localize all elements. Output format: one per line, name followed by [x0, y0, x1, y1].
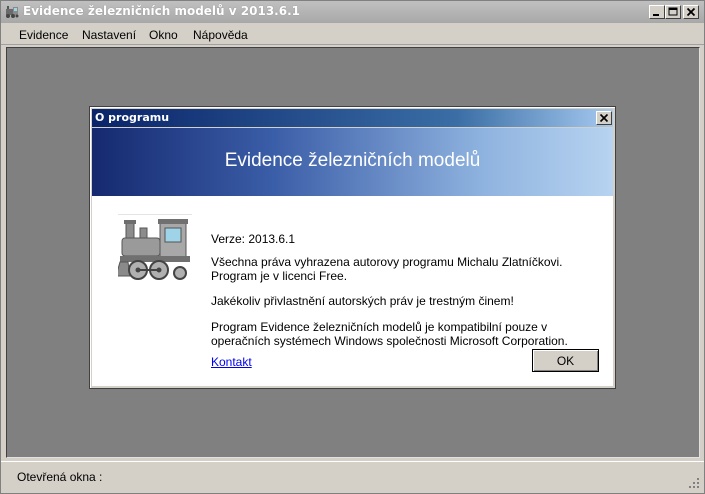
minimize-button[interactable] [649, 5, 665, 19]
resize-grip-icon[interactable] [688, 477, 700, 489]
close-icon [599, 113, 609, 123]
close-icon [686, 7, 696, 17]
contact-link[interactable]: Kontakt [211, 355, 252, 369]
menu-okno[interactable]: Okno [149, 28, 178, 42]
banner-title: Evidence železničních modelů [224, 150, 481, 171]
rights-text-line-1: Všechna práva vyhrazena autorovy program… [211, 255, 563, 269]
menu-nastaveni[interactable]: Nastavení [82, 28, 136, 42]
rights-text-line-2: Program je v licenci Free. [211, 269, 348, 283]
version-text: Verze: 2013.6.1 [211, 232, 296, 246]
warning-text: Jakékoliv přivlastnění autorských práv j… [211, 294, 514, 308]
menu-napoveda[interactable]: Nápověda [193, 28, 248, 42]
maximize-icon [668, 7, 678, 16]
status-bar: Otevřená okna : [1, 461, 704, 493]
close-button[interactable] [683, 5, 699, 19]
title-bar[interactable]: Evidence železničních modelů v 2013.6.1 [1, 1, 704, 23]
about-dialog: O programu Evidence železničních modelů [89, 106, 616, 389]
maximize-button[interactable] [665, 5, 681, 19]
menu-evidence[interactable]: Evidence [19, 28, 68, 42]
menu-bar: Evidence Nastavení Okno Nápověda [1, 23, 704, 45]
window-title: Evidence železničních modelů v 2013.6.1 [23, 4, 300, 18]
dialog-title: O programu [95, 111, 170, 124]
compatibility-text-line-2: operačních systémech Windows společnosti… [211, 334, 568, 348]
dialog-banner: Evidence železničních modelů [92, 128, 613, 196]
dialog-close-button[interactable] [596, 111, 612, 125]
dialog-body: Evidence železničních modelů Verze: 2013… [92, 128, 613, 386]
dialog-title-bar[interactable]: O programu [92, 109, 613, 127]
locomotive-app-icon [6, 6, 19, 18]
minimize-icon [653, 14, 659, 16]
compatibility-text-line-1: Program Evidence železničních modelů je … [211, 320, 548, 334]
open-windows-label: Otevřená okna : [17, 470, 103, 484]
ok-button[interactable]: OK [532, 349, 599, 372]
locomotive-icon [118, 214, 192, 280]
main-window: Evidence železničních modelů v 2013.6.1 … [0, 0, 705, 494]
